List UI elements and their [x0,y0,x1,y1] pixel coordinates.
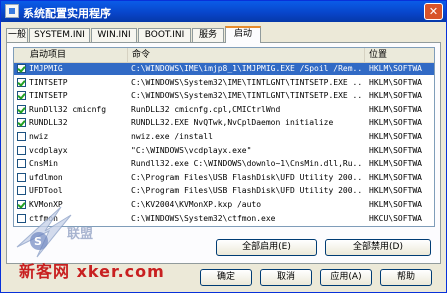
startup-command: nwiz.exe /install [131,132,213,141]
startup-location: HKLM\SOFTWA [369,91,422,101]
startup-item-name: TINTSETP [29,91,68,101]
startup-item-name: nwiz [29,132,49,141]
table-row[interactable]: ctfmon C:\WINDOWS\System32\ctfmon.exe HKCU… [14,213,434,225]
startup-location: HKLM\SOFTWA [369,104,422,114]
app-icon [5,4,19,18]
table-row[interactable]: ufdlmon C:\Program Files\USB FlashDisk\UF… [14,172,434,184]
startup-list[interactable]: 启动项目 命令 位置 IMJPMIG C:\WINDOWS\IME\imjp8_1… [13,47,435,227]
startup-command: C:\WINDOWS\IME\imjp8_1\IMJPMIG.EXE /Spoi… [131,64,363,73]
startup-command: Rundll32.exe C:\WINDOWS\downlo~1\CnsMin.… [131,159,363,169]
startup-item-name: ctfmon [29,213,58,223]
table-row[interactable]: nwiz nwiz.exe /install HKLM\SOFTWA [14,131,434,143]
window-title: 系统配置实用程序 [23,7,111,20]
table-row[interactable]: TINTSETP C:\WINDOWS\System32\IME\TINTLGNT… [14,77,434,89]
startup-item-name: RUNDLL32 [29,118,68,128]
startup-location: HKLM\SOFTWA [369,186,422,196]
startup-location: HKLM\SOFTWA [369,200,422,209]
startup-item-name: ufdlmon [29,172,63,182]
column-header-command[interactable]: 命令 [128,48,365,62]
startup-location: HKLM\SOFTWA [369,118,422,128]
startup-checkbox[interactable] [17,213,26,223]
tab-system-ini[interactable]: SYSTEM.INI [29,28,90,42]
title-bar[interactable]: 系统配置实用程序 ✕ [1,1,446,22]
table-row[interactable]: RunDll32 cmicnfg RunDLL32 cmicnfg.cpl,CMI… [14,104,434,116]
startup-location: HKLM\SOFTWA [369,172,422,182]
startup-checkbox[interactable] [17,64,26,73]
startup-checkbox[interactable] [17,104,26,114]
startup-panel: 启动项目 命令 位置 IMJPMIG C:\WINDOWS\IME\imjp8_1… [6,42,441,264]
startup-checkbox[interactable] [17,132,26,141]
help-button[interactable]: 帮助 [380,269,432,286]
table-row[interactable]: IMJPMIG C:\WINDOWS\IME\imjp8_1\IMJPMIG.EX… [14,63,434,75]
apply-button[interactable]: 应用(A) [320,269,372,286]
table-row[interactable]: RUNDLL32 RUNDLL32.EXE NvQTwk,NvCplDaemon … [14,117,434,129]
startup-checkbox[interactable] [17,159,26,169]
startup-item-name: KVMonXP [29,200,63,209]
startup-location: HKLM\SOFTWA [369,77,422,87]
startup-checkbox[interactable] [17,200,26,209]
startup-command: C:\KV2004\KVMonXP.kxp /auto [131,200,262,209]
startup-checkbox[interactable] [17,172,26,182]
table-row[interactable]: KVMonXP C:\KV2004\KVMonXP.kxp /auto HKLM\S… [14,199,434,211]
tab-startup[interactable]: 启动 [225,26,261,43]
startup-command: "C:\WINDOWS\vcdplayx.exe" [131,145,252,155]
startup-command: C:\WINDOWS\System32\IME\TINTLGNT\TINTSET… [131,77,363,87]
startup-location: HKCU\SOFTWA [369,213,422,223]
tab-boot-ini[interactable]: BOOT.INI [138,28,191,42]
startup-checkbox[interactable] [17,118,26,128]
startup-checkbox[interactable] [17,145,26,155]
startup-item-name: CnsMin [29,159,58,169]
startup-command: RunDLL32 cmicnfg.cpl,CMICtrlWnd [131,104,281,114]
column-header-location[interactable]: 位置 [365,48,434,62]
startup-item-name: IMJPMIG [29,64,63,73]
cancel-button[interactable]: 取消 [260,269,312,286]
column-header-item[interactable]: 启动项目 [14,48,128,62]
table-row[interactable]: CnsMin Rundll32.exe C:\WINDOWS\downlo~1\C… [14,158,434,170]
startup-item-name: RunDll32 cmicnfg [29,104,107,114]
startup-location: HKLM\SOFTWA [369,159,422,169]
list-header: 启动项目 命令 位置 [14,48,434,63]
system-config-window: 系统配置实用程序 ✕ 一般 SYSTEM.INI WIN.INI BOOT.IN… [0,0,447,293]
tab-general[interactable]: 一般 [6,28,28,42]
startup-item-name: UFDTool [29,186,63,196]
table-row[interactable]: vcdplayx "C:\WINDOWS\vcdplayx.exe" HKLM\SO… [14,145,434,157]
disable-all-button[interactable]: 全部禁用(D) [325,239,431,256]
startup-checkbox[interactable] [17,186,26,196]
startup-location: HKLM\SOFTWA [369,132,422,141]
startup-checkbox[interactable] [17,77,26,87]
table-row[interactable]: TINTSETP C:\WINDOWS\System32\IME\TINTLGNT… [14,90,434,102]
startup-command: C:\Program Files\USB FlashDisk\UFD Utili… [131,186,363,196]
startup-location: HKLM\SOFTWA [369,64,422,73]
startup-location: HKLM\SOFTWA [369,145,422,155]
close-button[interactable]: ✕ [424,3,443,20]
startup-command: C:\WINDOWS\System32\ctfmon.exe [131,213,276,223]
tab-win-ini[interactable]: WIN.INI [91,28,137,42]
table-row[interactable]: UFDTool C:\Program Files\USB FlashDisk\UF… [14,185,434,197]
startup-checkbox[interactable] [17,91,26,101]
tab-services[interactable]: 服务 [192,28,224,42]
startup-command: RUNDLL32.EXE NvQTwk,NvCplDaemon initiali… [131,118,334,128]
startup-command: C:\WINDOWS\System32\IME\TINTLGNT\TINTSET… [131,91,363,101]
startup-item-name: TINTSETP [29,77,68,87]
startup-command: C:\Program Files\USB FlashDisk\UFD Utili… [131,172,363,182]
enable-all-button[interactable]: 全部启用(E) [216,239,317,256]
ok-button[interactable]: 确定 [200,269,252,286]
startup-item-name: vcdplayx [29,145,68,155]
